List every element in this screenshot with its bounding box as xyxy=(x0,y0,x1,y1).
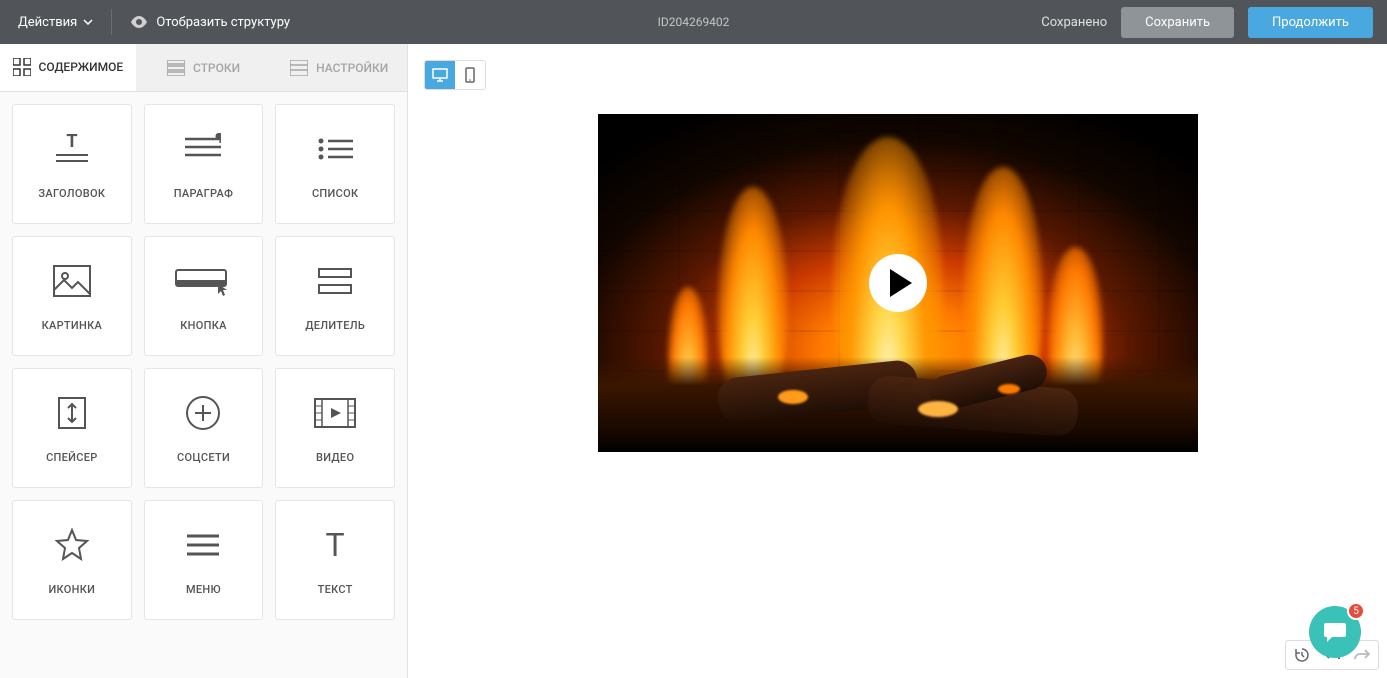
block-social[interactable]: СОЦСЕТИ xyxy=(144,368,264,488)
continue-button[interactable]: Продолжить xyxy=(1248,7,1373,38)
tab-content-label: СОДЕРЖИМОЕ xyxy=(39,60,124,74)
tab-rows-label: СТРОКИ xyxy=(193,61,240,75)
tab-settings[interactable]: НАСТРОЙКИ xyxy=(271,44,407,91)
settings-icon xyxy=(290,60,308,76)
svg-text:¶: ¶ xyxy=(215,133,222,147)
tab-content[interactable]: СОДЕРЖИМОЕ xyxy=(0,44,136,91)
block-label: ПАРАГРАФ xyxy=(174,187,233,200)
button-icon xyxy=(174,261,232,301)
svg-text:T: T xyxy=(66,133,77,152)
mobile-icon xyxy=(465,67,475,83)
block-heading[interactable]: T ЗАГОЛОВОК xyxy=(12,104,132,224)
block-label: ТЕКСТ xyxy=(318,583,353,596)
save-button[interactable]: Сохранить xyxy=(1121,7,1234,38)
block-label: КАРТИНКА xyxy=(42,319,102,332)
tab-rows[interactable]: СТРОКИ xyxy=(136,44,272,91)
tab-settings-label: НАСТРОЙКИ xyxy=(316,61,388,75)
block-label: КНОПКА xyxy=(180,319,226,332)
mobile-view-button[interactable] xyxy=(455,61,485,89)
history-button[interactable] xyxy=(1288,643,1316,667)
block-label: СПИСОК xyxy=(312,187,358,200)
text-icon: T xyxy=(319,525,351,565)
history-icon xyxy=(1294,647,1310,663)
heading-icon: T xyxy=(50,129,94,169)
block-spacer[interactable]: СПЕЙСЕР xyxy=(12,368,132,488)
sidebar-tabs: СОДЕРЖИМОЕ СТРОКИ НАСТРОЙКИ xyxy=(0,44,407,92)
chat-widget[interactable]: 5 xyxy=(1309,606,1361,658)
divider-icon xyxy=(315,261,355,301)
svg-text:T: T xyxy=(326,528,345,562)
block-label: ДЕЛИТЕЛЬ xyxy=(305,319,365,332)
star-icon xyxy=(55,525,89,565)
show-structure-label: Отобразить структуру xyxy=(156,15,290,30)
list-icon xyxy=(313,129,357,169)
desktop-icon xyxy=(432,68,448,82)
block-label: МЕНЮ xyxy=(186,583,221,596)
redo-icon xyxy=(1354,648,1370,662)
chat-badge: 5 xyxy=(1347,602,1365,620)
video-preview[interactable] xyxy=(598,114,1198,452)
topbar: Действия Отобразить структуру ID20426940… xyxy=(0,0,1387,44)
content-grid-icon xyxy=(13,58,31,76)
block-paragraph[interactable]: ¶ ПАРАГРАФ xyxy=(144,104,264,224)
play-icon xyxy=(890,269,912,297)
show-structure-button[interactable]: Отобразить структуру xyxy=(112,15,308,30)
video-icon xyxy=(313,393,357,433)
block-icons[interactable]: ИКОНКИ xyxy=(12,500,132,620)
canvas: 5 xyxy=(408,44,1387,678)
social-icon xyxy=(185,393,221,433)
block-label: ИКОНКИ xyxy=(48,583,95,596)
block-text[interactable]: T ТЕКСТ xyxy=(275,500,395,620)
save-status: Сохранено xyxy=(1041,15,1107,30)
block-button[interactable]: КНОПКА xyxy=(144,236,264,356)
block-label: СОЦСЕТИ xyxy=(177,451,230,464)
desktop-view-button[interactable] xyxy=(425,61,455,89)
main: СОДЕРЖИМОЕ СТРОКИ НАСТРОЙКИ T ЗАГОЛОВОК … xyxy=(0,44,1387,678)
block-image[interactable]: КАРТИНКА xyxy=(12,236,132,356)
paragraph-icon: ¶ xyxy=(181,129,225,169)
block-menu[interactable]: МЕНЮ xyxy=(144,500,264,620)
actions-label: Действия xyxy=(18,15,77,30)
actions-dropdown[interactable]: Действия xyxy=(0,0,111,44)
chevron-down-icon xyxy=(83,19,93,25)
device-toggle xyxy=(424,60,486,90)
sidebar: СОДЕРЖИМОЕ СТРОКИ НАСТРОЙКИ T ЗАГОЛОВОК … xyxy=(0,44,408,678)
block-label: ВИДЕО xyxy=(316,451,354,464)
document-id: ID204269402 xyxy=(658,15,730,29)
rows-icon xyxy=(167,60,185,76)
block-divider[interactable]: ДЕЛИТЕЛЬ xyxy=(275,236,395,356)
block-list[interactable]: СПИСОК xyxy=(275,104,395,224)
block-video[interactable]: ВИДЕО xyxy=(275,368,395,488)
blocks-grid: T ЗАГОЛОВОК ¶ ПАРАГРАФ СПИСОК К xyxy=(0,92,407,632)
spacer-icon xyxy=(57,393,87,433)
block-label: СПЕЙСЕР xyxy=(46,451,98,464)
topbar-right: Сохранено Сохранить Продолжить xyxy=(1041,7,1387,38)
chat-icon xyxy=(1322,620,1348,644)
eye-icon xyxy=(130,16,148,28)
menu-icon xyxy=(185,525,221,565)
block-label: ЗАГОЛОВОК xyxy=(38,187,105,200)
play-button[interactable] xyxy=(869,254,927,312)
image-icon xyxy=(52,261,92,301)
